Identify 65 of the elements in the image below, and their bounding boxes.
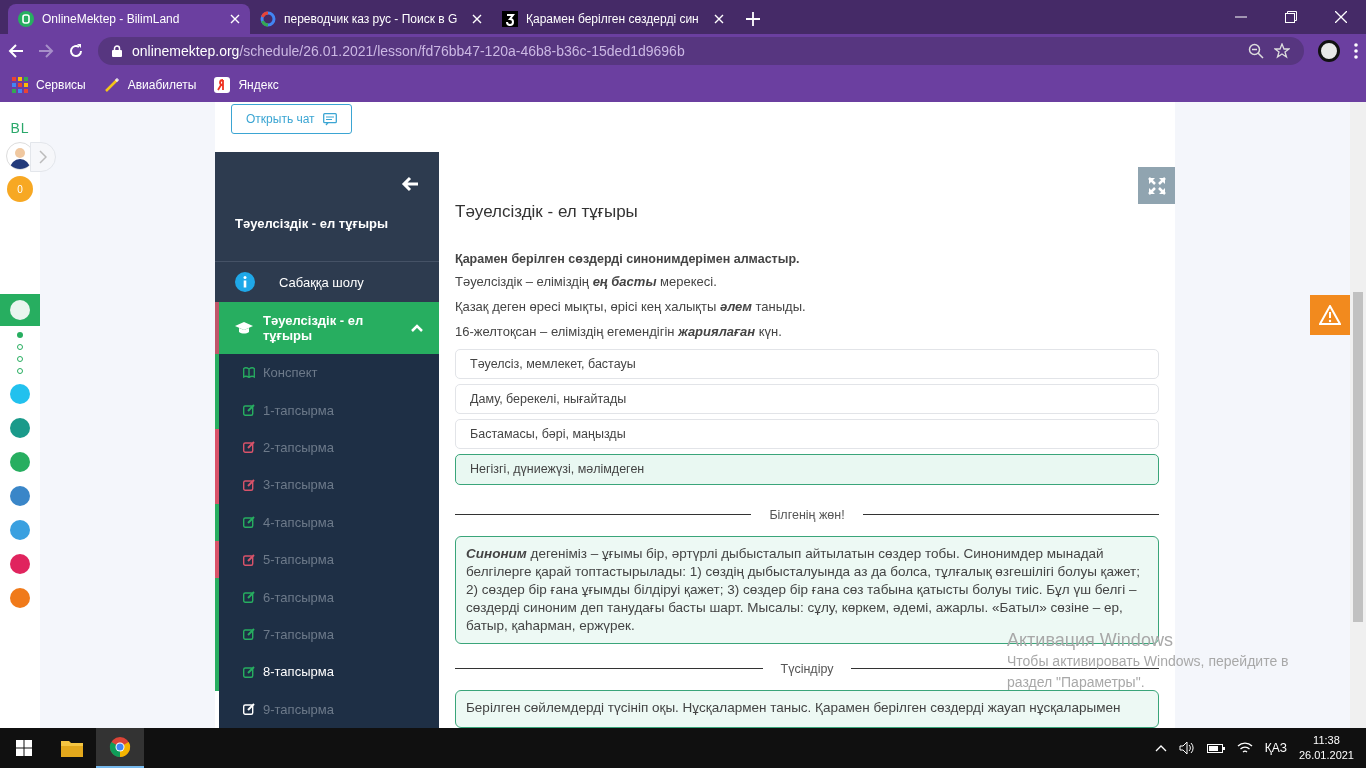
more-icon[interactable] — [1354, 43, 1358, 59]
browser-tab[interactable]: OnlineMektep - BilimLand — [8, 4, 250, 34]
answer-option[interactable]: Тәуелсіз, мемлекет, бастауы — [455, 349, 1159, 380]
browser-tab[interactable]: переводчик каз рус - Поиск в G — [250, 4, 492, 34]
bookmark-link[interactable]: Яндекс — [214, 77, 279, 93]
wand-icon — [103, 77, 120, 93]
score-badge: 0 — [7, 176, 33, 202]
taskbar-app[interactable] — [96, 728, 144, 768]
folder-icon — [61, 739, 83, 757]
bookmark-link[interactable]: Сервисы — [12, 77, 86, 93]
sentence-text: Қазақ деген өресі мықты, өрісі кең халықты әлем таныды. — [455, 299, 807, 314]
battery-icon[interactable] — [1206, 742, 1225, 754]
answer-option[interactable]: Даму, берекелі, нығайтады — [455, 384, 1159, 415]
overview-link[interactable]: Сабаққа шолу — [215, 262, 439, 302]
sentence-text: Тәуелсіздік – еліміздің ең басты мерекесі. — [455, 274, 718, 289]
zoom-out-icon[interactable] — [1248, 43, 1264, 59]
scrollbar[interactable] — [1350, 102, 1366, 728]
address-bar[interactable]: onlinemektep.org/schedule/26.01.2021/lesson/fd76bb47-120a-46b8-b36c-15ded1d9696b — [98, 37, 1304, 65]
task-title: Тәуелсіздік - ел тұғыры — [455, 202, 639, 222]
close-icon[interactable] — [230, 14, 240, 24]
section-heading: Түсіндіру — [780, 661, 834, 676]
info-icon — [235, 272, 255, 292]
google-logo-icon — [260, 11, 276, 27]
language-indicator[interactable]: ҚАЗ — [1264, 741, 1287, 755]
fullscreen-icon — [1147, 176, 1166, 195]
number-tile-icon — [502, 11, 518, 27]
forward-icon[interactable] — [38, 43, 54, 59]
fullscreen-button[interactable] — [1138, 167, 1175, 204]
chevron-up-icon — [411, 324, 423, 332]
apps-grid-icon — [12, 77, 28, 93]
warning-icon — [1319, 305, 1341, 325]
answer-option[interactable]: Негізгі, дүниежүзі, мәлімдеген — [455, 454, 1159, 485]
close-icon[interactable] — [472, 14, 482, 24]
dot-icon — [17, 332, 23, 338]
info-text: Берілген сөйлемдерді түсініп оқы. Нұсқалармен таныс. Қарамен берілген сөздерді жауап нұсқаларымен — [455, 689, 1159, 728]
windows-logo-icon — [16, 740, 32, 756]
clock-time[interactable]: 11:38 — [1298, 733, 1354, 748]
plus-icon[interactable] — [746, 12, 760, 26]
question-text: Қарамен берілген сөздерді синонимдерімен алмастыр. — [455, 252, 801, 266]
chevron-right-icon — [39, 150, 47, 164]
close-icon[interactable] — [714, 14, 724, 24]
answer-option[interactable]: Бастамасы, бәрі, маңызды — [455, 419, 1159, 450]
chevron-up-icon[interactable] — [1154, 744, 1167, 752]
speaker-icon[interactable] — [1178, 741, 1195, 755]
activation-text: Чтобы активировать Windows, перейдите в раздел "Параметры". — [1007, 652, 1290, 692]
lesson-nav-item[interactable]: 8-тапсырма — [215, 653, 439, 691]
restore-icon[interactable] — [1285, 11, 1297, 23]
bookmark-link[interactable]: Авиабилеты — [103, 77, 197, 93]
back-arrow-icon[interactable] — [401, 176, 419, 192]
chrome-logo-icon — [109, 736, 131, 758]
wifi-icon[interactable] — [1236, 741, 1253, 755]
reload-icon[interactable] — [68, 43, 84, 59]
yandex-logo-icon — [214, 77, 231, 93]
section-heading: Білгенің жөн! — [769, 507, 845, 522]
back-icon[interactable] — [8, 43, 24, 59]
clock-date[interactable]: 26.01.2021 — [1298, 748, 1354, 763]
sentence-text: 16-желтоқсан – еліміздің егемендігін жариялаған күн. — [455, 324, 783, 339]
graduation-cap-icon — [235, 321, 253, 335]
lesson-title: Тәуелсіздік - ел тұғыры — [235, 216, 390, 231]
browser-tab[interactable]: Қарамен берілген сөздерді син — [492, 4, 734, 34]
star-icon[interactable] — [1274, 43, 1290, 59]
chat-icon — [322, 112, 337, 126]
lock-icon — [112, 45, 122, 57]
profile-avatar[interactable] — [1318, 40, 1340, 62]
close-icon[interactable] — [1335, 11, 1347, 23]
